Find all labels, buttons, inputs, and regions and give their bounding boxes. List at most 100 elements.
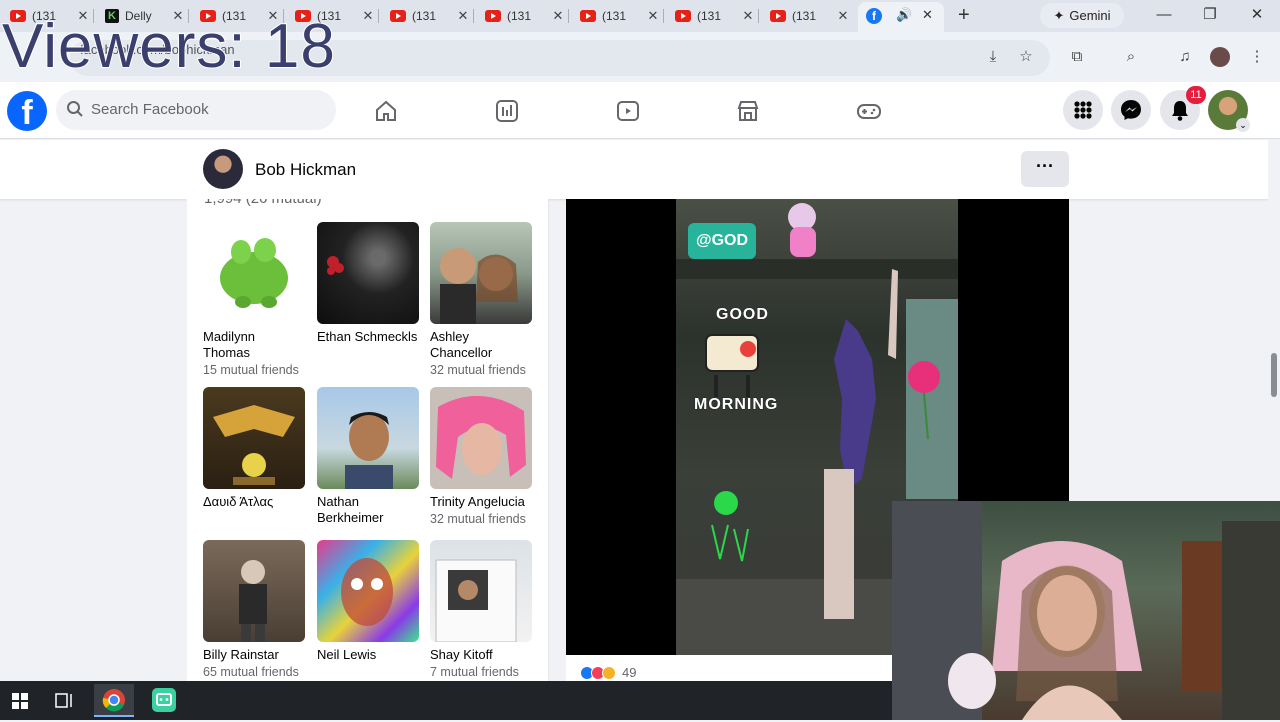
friend-tile[interactable]: Ethan Schmeckls [317, 222, 419, 346]
profile-avatar[interactable] [203, 149, 243, 189]
friend-photo[interactable] [430, 540, 532, 642]
friend-tile[interactable]: Billy Rainstar 65 mutual friends [203, 540, 305, 680]
friend-mutual: 7 mutual friends [430, 665, 519, 679]
friend-tile[interactable]: Ashley Chancellor 32 mutual friends [430, 222, 532, 378]
more-options-button[interactable]: ··· [1021, 151, 1069, 187]
start-button[interactable] [0, 684, 40, 717]
video-icon[interactable] [615, 98, 641, 124]
new-tab-button[interactable]: + [958, 4, 970, 27]
friend-mutual: 32 mutual friends [430, 363, 526, 377]
grid-icon [1074, 101, 1092, 119]
messenger-button[interactable] [1111, 90, 1151, 130]
friend-name[interactable]: Δαυιδ Άτλας [203, 494, 305, 510]
friend-photo[interactable] [317, 387, 419, 489]
friend-name[interactable]: Shay Kitoff [430, 647, 532, 663]
tab-close-icon[interactable]: ✕ [644, 8, 662, 24]
haha-reaction-icon [602, 665, 616, 680]
dashboard-icon[interactable] [494, 98, 520, 124]
search-icon [67, 101, 83, 117]
tab-search-icon[interactable]: ⌕ [1120, 46, 1142, 68]
chevron-down-icon[interactable]: ⌄ [1236, 118, 1250, 132]
friend-photo[interactable] [430, 387, 532, 489]
tab-close-icon[interactable]: ✕ [549, 8, 567, 24]
friend-photo[interactable] [430, 222, 532, 324]
gemini-label: Gemini [1069, 8, 1111, 23]
friend-name[interactable]: Ethan Schmeckls [317, 329, 419, 345]
viewers-overlay: Viewers: 18 [1, 12, 336, 81]
tab-close-icon[interactable]: ✕ [922, 7, 933, 23]
task-view-button[interactable] [44, 684, 84, 717]
profile-sticky-bar: Bob Hickman ··· [0, 140, 1280, 199]
friend-mutual: 15 mutual friends [203, 363, 299, 377]
tab-close-icon[interactable]: ✕ [454, 8, 472, 24]
browser-tab[interactable]: (131 ✕ [665, 4, 757, 28]
webcam-scene [892, 501, 1280, 720]
taskbar-app-button[interactable] [144, 684, 184, 717]
friend-photo[interactable] [203, 222, 305, 324]
windows-taskbar [0, 681, 892, 720]
task-view-icon [55, 693, 72, 708]
friends-card: 1,994 (26 mutual) Madilynn Thomas 15 mut… [187, 199, 549, 681]
tab-separator [758, 9, 759, 23]
tab-label: (131 [602, 9, 627, 23]
chrome-icon [102, 689, 125, 712]
reaction-count: 49 [622, 665, 637, 680]
video-mention-tag[interactable]: @GOD [688, 223, 756, 259]
menu-kebab-icon[interactable]: ⋮ [1246, 46, 1268, 68]
browser-tab[interactable]: (131 ✕ [475, 4, 567, 28]
tab-active-facebook[interactable]: f 🔊 ✕ [858, 2, 944, 32]
youtube-icon [770, 10, 786, 22]
window-close-button[interactable]: ✕ [1237, 4, 1277, 26]
bookmark-star-icon[interactable]: ☆ [1015, 46, 1037, 68]
friend-name[interactable]: Billy Rainstar [203, 647, 305, 663]
friend-name[interactable]: Ashley Chancellor [430, 329, 532, 361]
profile-name[interactable]: Bob Hickman [255, 160, 356, 180]
speaker-icon[interactable]: 🔊 [896, 7, 912, 23]
extensions-icon[interactable]: ⧉ [1066, 46, 1088, 68]
friend-tile[interactable]: Δαυιδ Άτλας [203, 387, 305, 511]
browser-tab[interactable]: (131 ✕ [760, 4, 852, 28]
media-controls-icon[interactable]: ♫ [1174, 46, 1196, 68]
sticker-morning-text: MORNING [693, 396, 779, 414]
tab-label: (131 [697, 9, 722, 23]
home-icon[interactable] [373, 98, 399, 124]
gemini-button[interactable]: ✦ Gemini [1040, 3, 1124, 28]
minimize-button[interactable]: — [1144, 4, 1184, 26]
tab-close-icon[interactable]: ✕ [359, 8, 377, 24]
friends-count: 1,994 (26 mutual) [204, 199, 322, 207]
browser-tab[interactable]: (131 ✕ [570, 4, 662, 28]
friend-name[interactable]: Nathan Berkheimer [317, 494, 419, 526]
taskbar-chrome-button[interactable] [94, 684, 134, 717]
notification-badge: 11 [1186, 86, 1206, 104]
friend-photo[interactable] [203, 540, 305, 642]
friend-tile[interactable]: Trinity Angelucia 32 mutual friends [430, 387, 532, 527]
friend-tile[interactable]: Neil Lewis [317, 540, 419, 664]
reactions-summary[interactable]: 49 [580, 665, 636, 680]
menu-grid-button[interactable] [1063, 90, 1103, 130]
scrollbar-thumb[interactable] [1271, 353, 1277, 397]
browser-tab[interactable]: (131 ✕ [380, 4, 472, 28]
tab-label: (131 [412, 9, 437, 23]
friend-mutual: 32 mutual friends [430, 512, 526, 526]
restore-button[interactable]: ❐ [1190, 4, 1230, 26]
friend-photo[interactable] [317, 540, 419, 642]
profile-avatar-icon[interactable] [1210, 47, 1230, 67]
friend-name[interactable]: Neil Lewis [317, 647, 419, 663]
gaming-icon[interactable] [856, 98, 882, 124]
friend-tile[interactable]: Shay Kitoff 7 mutual friends [430, 540, 532, 680]
friend-photo[interactable] [317, 222, 419, 324]
youtube-icon [390, 10, 406, 22]
friend-photo[interactable] [203, 387, 305, 489]
tab-close-icon[interactable]: ✕ [739, 8, 757, 24]
friend-name[interactable]: Trinity Angelucia [430, 494, 532, 510]
install-app-icon[interactable]: ⤓ [982, 46, 1004, 68]
facebook-logo[interactable]: f [7, 91, 47, 132]
friend-tile[interactable]: Madilynn Thomas 15 mutual friends [203, 222, 305, 378]
marketplace-icon[interactable] [735, 98, 761, 124]
youtube-icon [485, 10, 501, 22]
friend-tile[interactable]: Nathan Berkheimer [317, 387, 419, 527]
sparkle-icon: ✦ [1053, 7, 1065, 23]
friend-name[interactable]: Madilynn Thomas [203, 329, 305, 361]
tab-close-icon[interactable]: ✕ [834, 8, 852, 24]
search-input[interactable]: Search Facebook [56, 90, 336, 130]
